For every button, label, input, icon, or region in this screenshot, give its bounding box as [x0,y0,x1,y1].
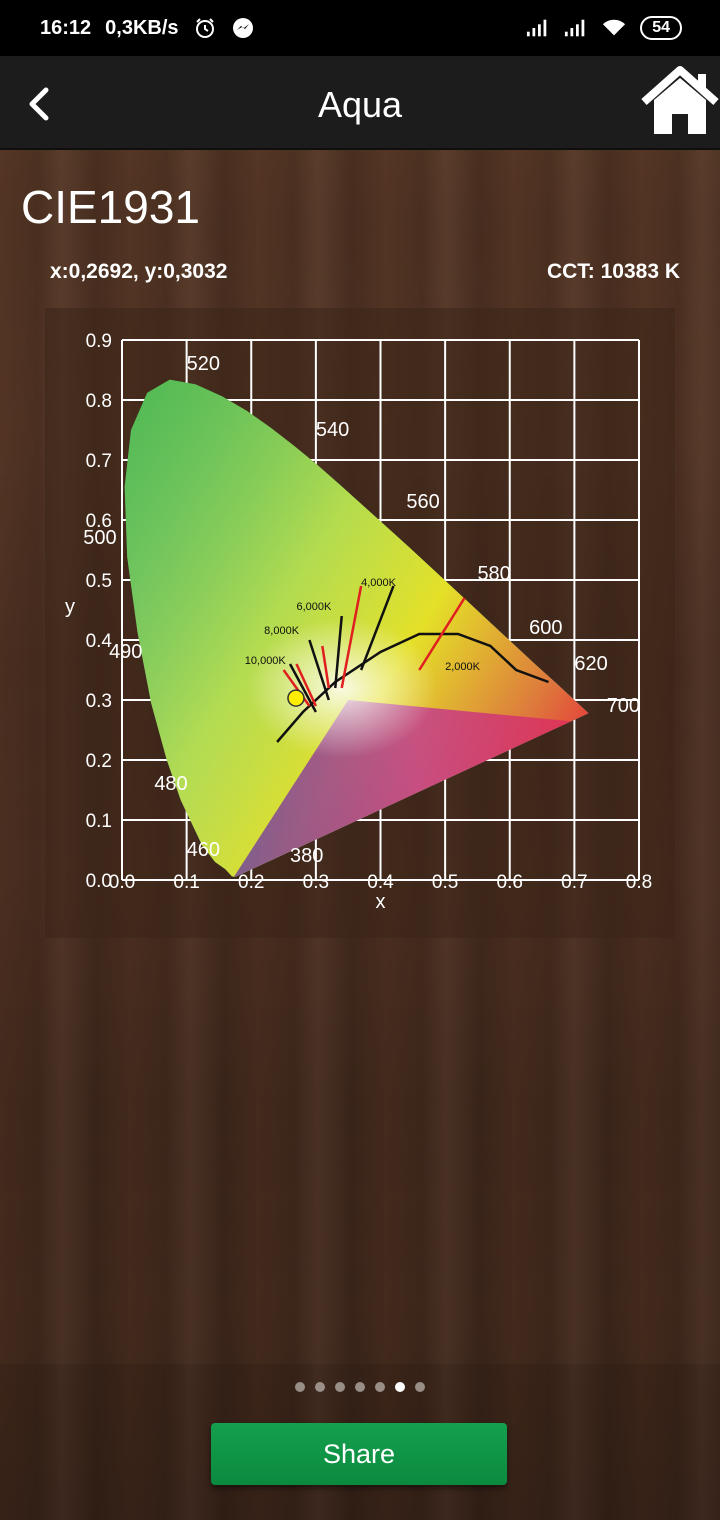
wifi-icon [602,16,626,40]
y-axis-label: y [65,596,75,618]
home-button[interactable] [640,66,720,140]
home-icon [641,66,719,134]
x-tick-label: 0.8 [626,872,652,893]
x-tick-label: 0.6 [497,872,523,893]
wavelength-label: 600 [529,617,562,639]
share-button[interactable]: Share [211,1423,507,1485]
status-net-speed: 0,3KB/s [105,16,179,39]
x-tick-label: 0.5 [432,872,458,893]
x-tick-label: 0.4 [367,872,394,893]
y-tick-label: 0.2 [86,751,112,772]
app-bar: Aqua [0,56,720,150]
page-dot [355,1382,365,1392]
x-tick-label: 0.3 [303,872,329,893]
wavelength-label: 560 [406,491,439,513]
cie-chart-panel: 0.0 0.1 0.2 0.3 0.4 0.5 0.6 0.7 0.8 0.0 0.1 0.2 0.3 0… [45,308,675,938]
x-tick-label: 0.0 [109,872,135,893]
app-title: Aqua [317,84,403,125]
y-tick-label: 0.0 [86,871,112,892]
y-tick-label: 0.8 [86,391,112,412]
wavelength-label: 620 [574,653,607,675]
page-dot [315,1382,325,1392]
y-tick-label: 0.3 [86,691,112,712]
status-bar: 16:12 0,3KB/s 54 [0,0,720,56]
wavelength-label: 460 [187,839,220,861]
alarm-icon [193,16,217,40]
x-axis-label: x [376,891,386,913]
wavelength-label: 490 [109,641,142,663]
wavelength-label: 480 [154,773,187,795]
x-tick-label: 0.7 [561,872,587,893]
wavelength-label: 380 [290,845,323,867]
measured-point-marker [287,689,305,707]
wavelength-label: 540 [316,419,349,441]
page-dot [415,1382,425,1392]
y-tick-label: 0.7 [86,451,112,472]
page-dot [295,1382,305,1392]
x-tick-label: 0.2 [238,872,264,893]
page-dot [375,1382,385,1392]
coordinates-readout: x:0,2692, y:0,3032 [50,260,228,283]
status-time: 16:12 [40,16,92,39]
x-tick-label: 0.1 [173,872,199,893]
page-dot [335,1382,345,1392]
page-indicator [0,1382,720,1392]
messenger-icon [231,16,255,40]
signal-icon [564,16,588,40]
battery-icon: 54 [640,16,682,40]
page-dot-active [395,1382,405,1392]
cct-readout: CCT: 10383 K [546,260,680,283]
wavelength-label: 700 [607,695,640,717]
y-tick-label: 0.5 [86,571,112,592]
cct-label: 6,000K [296,601,332,613]
cct-label: 10,000K [245,655,287,667]
page-title: CIE1931 [21,181,201,233]
wavelength-label: 580 [477,563,510,585]
cct-label: 4,000K [361,577,397,589]
cct-label: 2,000K [445,661,481,673]
y-tick-label: 0.9 [86,331,112,352]
cie1931-chromaticity-chart: 0.0 0.1 0.2 0.3 0.4 0.5 0.6 0.7 0.8 0.0 0.1 0.2 0.3 0… [65,331,652,913]
signal-icon [526,16,550,40]
y-tick-label: 0.1 [86,811,112,832]
wavelength-label: 500 [83,527,116,549]
wavelength-label: 520 [187,353,220,375]
cct-label: 8,000K [264,625,300,637]
